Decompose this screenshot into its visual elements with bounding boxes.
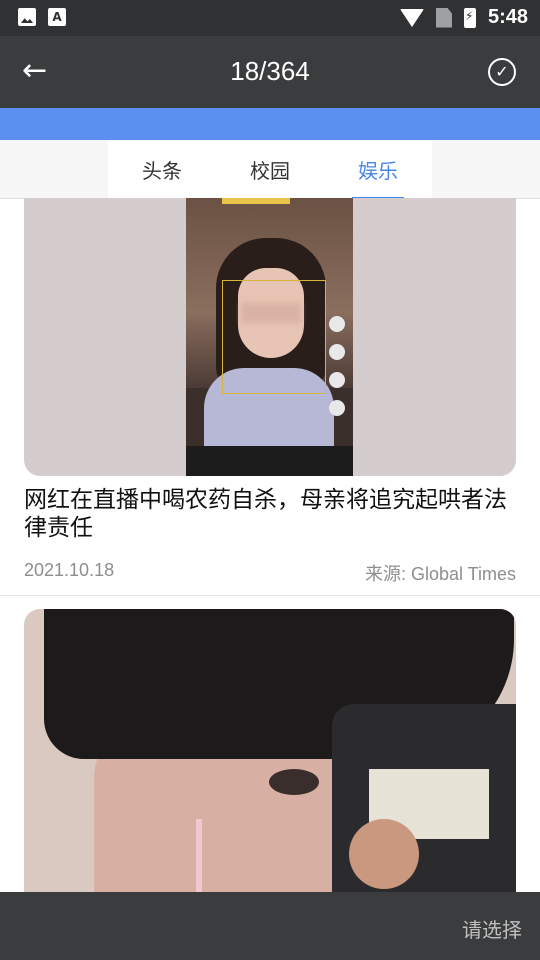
share-icon xyxy=(329,400,345,416)
child-photo-shape xyxy=(349,819,419,889)
article-image-card[interactable] xyxy=(24,198,516,476)
status-right: 5:48 xyxy=(399,6,528,29)
select-button[interactable]: 请选择 xyxy=(462,914,522,943)
stream-bottom-bar xyxy=(186,446,353,476)
tab-headlines[interactable]: 头条 xyxy=(138,155,186,184)
category-tabs: 头条 校园 娱乐 xyxy=(108,140,432,200)
article-divider xyxy=(0,595,540,596)
blue-header-band xyxy=(0,108,540,140)
app-bar: ← 18/364 ✓ xyxy=(0,36,540,108)
article-meta: 2021.10.18 来源: Global Times xyxy=(24,560,516,584)
tab-campus[interactable]: 校园 xyxy=(246,155,294,184)
check-circle-icon[interactable]: ✓ xyxy=(488,58,516,86)
tab-entertainment[interactable]: 娱乐 xyxy=(352,155,404,200)
article-date: 2021.10.18 xyxy=(24,560,115,580)
comment-icon xyxy=(329,372,345,388)
status-bar: A 5:48 xyxy=(0,0,540,36)
article-source: 来源: Global Times xyxy=(364,564,516,584)
page-counter-title: 18/364 xyxy=(230,56,310,86)
heart-icon xyxy=(329,344,345,360)
stream-top-label xyxy=(222,198,290,204)
article-image-card-2[interactable] xyxy=(24,609,516,899)
text-a-icon: A xyxy=(48,8,66,26)
livestream-screenshot-image xyxy=(186,198,353,476)
battery-charging-icon xyxy=(463,7,476,28)
image-icon xyxy=(18,8,36,26)
face-detection-box xyxy=(222,280,326,394)
category-tabs-row: 头条 校园 娱乐 xyxy=(0,140,540,200)
article-headline[interactable]: 网红在直播中喝农药自杀，母亲将追究起哄者法律责任 xyxy=(24,486,516,542)
pink-line xyxy=(196,819,202,899)
avatar-icon xyxy=(329,316,345,332)
no-sim-icon xyxy=(435,7,452,28)
stream-side-icons xyxy=(326,316,348,426)
status-time: 5:48 xyxy=(487,6,528,28)
status-left-icons: A xyxy=(18,8,66,26)
wifi-icon xyxy=(399,8,424,27)
bottom-bar: 请选择 xyxy=(0,892,540,960)
eye-shape xyxy=(269,769,319,795)
